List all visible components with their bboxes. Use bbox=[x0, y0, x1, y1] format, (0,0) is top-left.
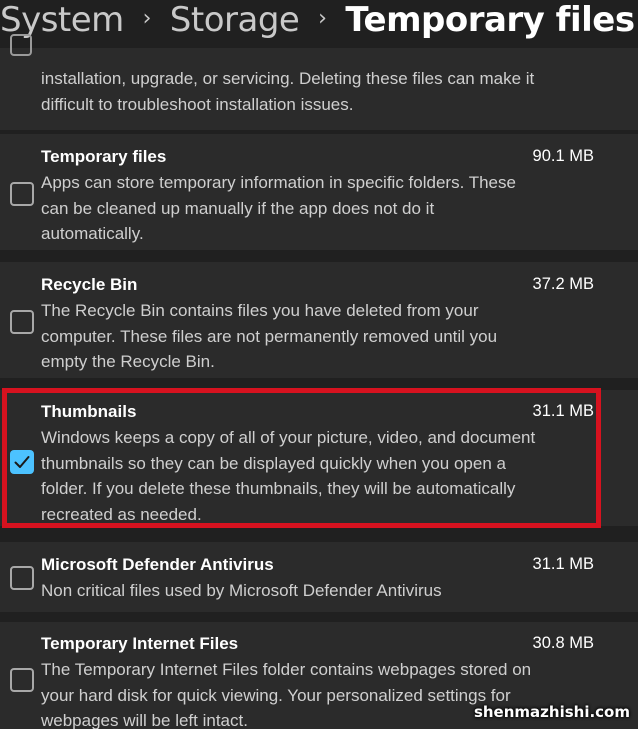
chevron-right-icon: › bbox=[318, 5, 327, 31]
breadcrumb-storage[interactable]: Storage bbox=[170, 0, 300, 40]
item-size: 31.1 MB bbox=[532, 402, 594, 420]
item-checkbox-checked[interactable] bbox=[10, 450, 34, 474]
watermark: shenmazhishi.com bbox=[473, 703, 630, 721]
item-description: The Recycle Bin contains files you have … bbox=[41, 301, 498, 371]
item-size: 37.2 MB bbox=[532, 275, 594, 293]
item-title: Temporary Internet Files bbox=[41, 634, 239, 653]
list-item-microsoft-defender-antivirus[interactable]: Microsoft Defender Antivirus 31.1 MB Non… bbox=[0, 542, 638, 612]
item-description: installation, upgrade, or servicing. Del… bbox=[41, 69, 535, 114]
item-description: Windows keeps a copy of all of your pict… bbox=[41, 428, 536, 524]
temporary-files-page: System › Storage › Temporary files insta… bbox=[0, 0, 638, 729]
item-checkbox[interactable] bbox=[10, 566, 34, 590]
list-item-temporary-files[interactable]: Temporary files 90.1 MB Apps can store t… bbox=[0, 134, 638, 250]
item-title: Microsoft Defender Antivirus bbox=[41, 555, 274, 574]
item-title: Recycle Bin bbox=[41, 275, 138, 294]
list-item-thumbnails[interactable]: Thumbnails 31.1 MB Windows keeps a copy … bbox=[0, 390, 638, 526]
page-title: Temporary files bbox=[345, 0, 635, 40]
item-description: Non critical files used by Microsoft Def… bbox=[41, 581, 442, 600]
item-checkbox[interactable] bbox=[10, 182, 34, 206]
item-checkbox[interactable] bbox=[10, 310, 34, 334]
chevron-right-icon: › bbox=[142, 5, 152, 31]
list-item-windows-upgrade-logs[interactable]: installation, upgrade, or servicing. Del… bbox=[0, 34, 638, 130]
checkmark-icon bbox=[14, 456, 30, 468]
item-size: 31.1 MB bbox=[532, 555, 594, 573]
list-item-recycle-bin[interactable]: Recycle Bin 37.2 MB The Recycle Bin cont… bbox=[0, 262, 638, 378]
item-title: Thumbnails bbox=[41, 402, 137, 421]
item-checkbox[interactable] bbox=[10, 668, 34, 692]
item-title: Temporary files bbox=[41, 147, 167, 166]
item-size: 90.1 MB bbox=[532, 147, 594, 165]
breadcrumb: System › Storage › Temporary files bbox=[0, 0, 635, 46]
item-checkbox[interactable] bbox=[10, 34, 32, 56]
item-size: 30.8 MB bbox=[532, 634, 594, 652]
item-description: Apps can store temporary information in … bbox=[41, 173, 516, 243]
